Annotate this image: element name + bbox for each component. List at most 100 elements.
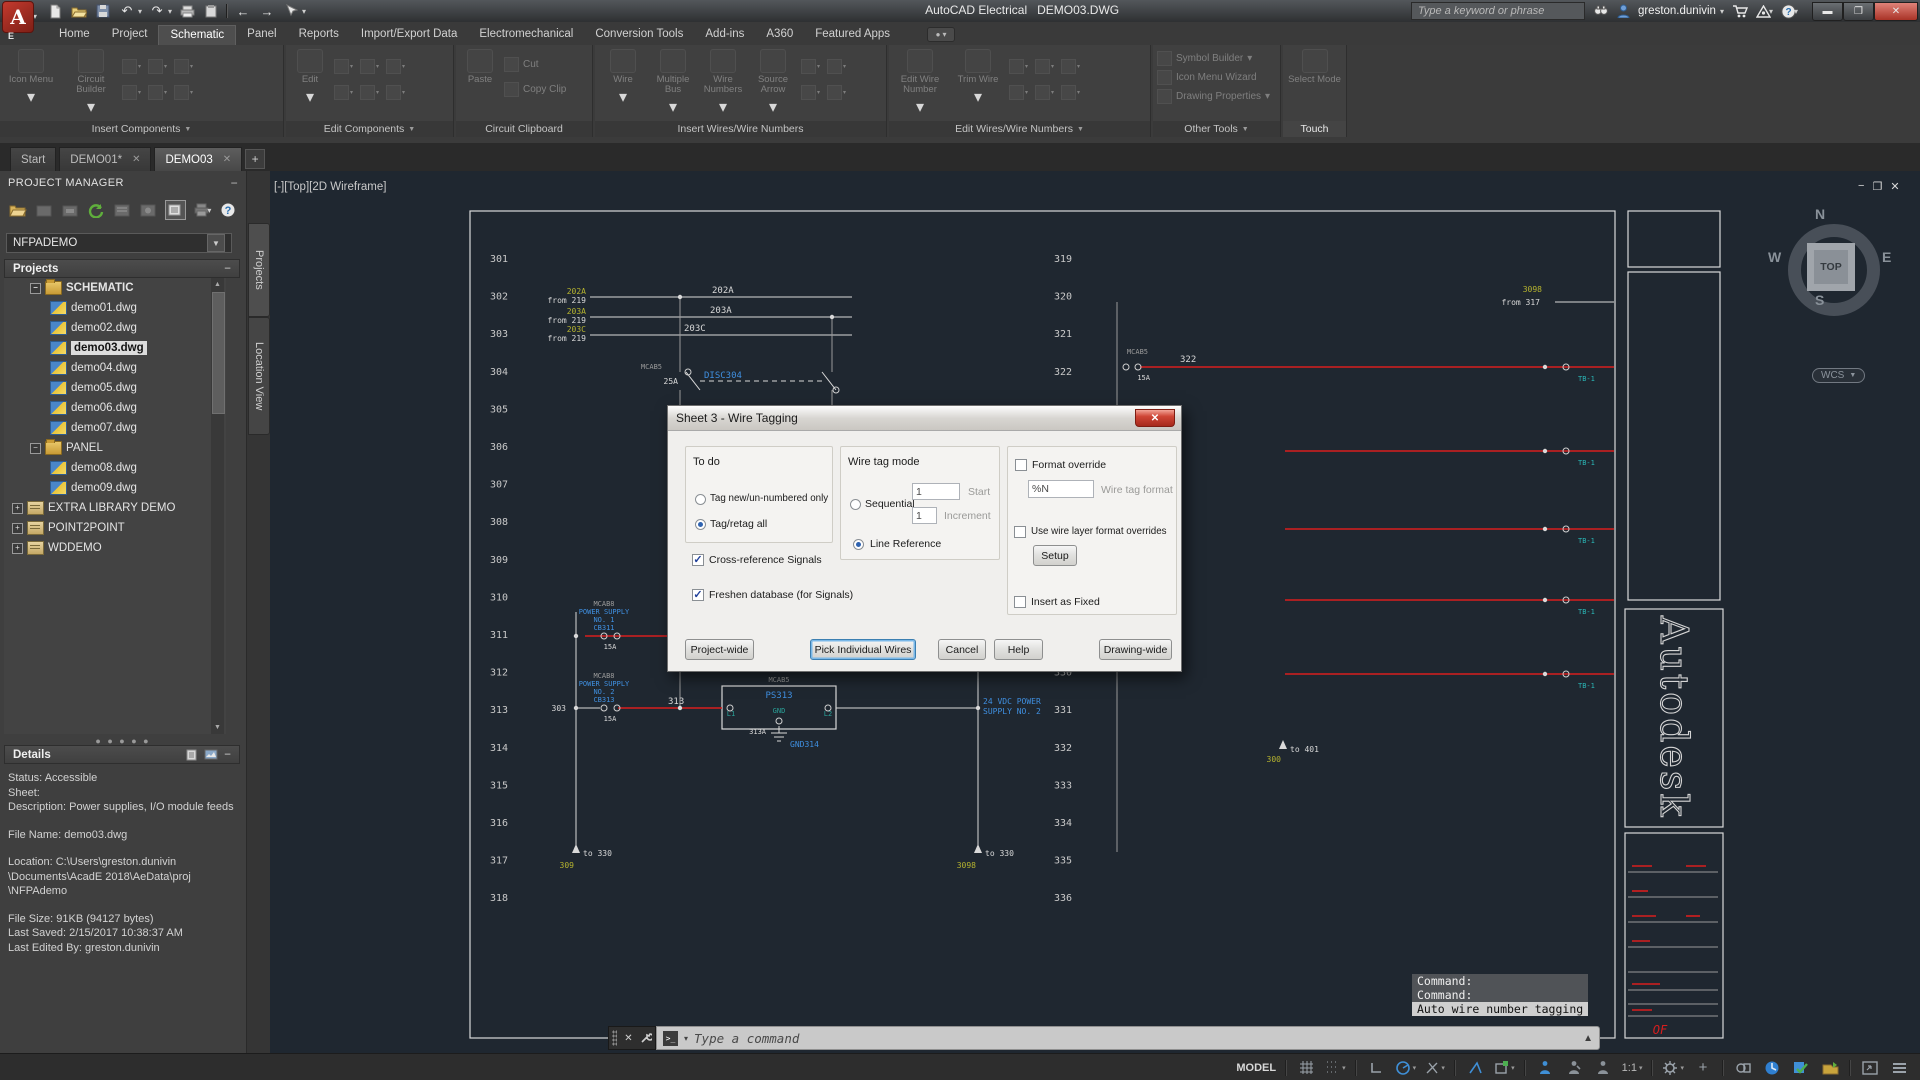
annotation-autoscale-icon[interactable] [1561,1058,1587,1078]
pm-help-icon[interactable]: ? [219,201,238,219]
annotation-visibility-icon[interactable] [1532,1058,1558,1078]
ribbon-small-button[interactable]: ▾ [148,81,172,103]
back-icon[interactable]: ← [234,3,252,19]
ribbon-small-button[interactable]: ▾ [122,55,146,77]
compass-south[interactable]: S [1815,292,1824,308]
panel-title[interactable]: Edit Components▼ [286,121,453,137]
project-settings-icon[interactable] [60,201,79,219]
details-collapse-icon[interactable]: − [224,749,231,761]
ribbon-big-button[interactable]: Trim Wire▾ [951,49,1005,117]
help-search-input[interactable]: Type a keyword or phrase [1411,2,1585,20]
checkbox-freshen-database[interactable]: ✓ [692,589,704,601]
ribbon-row-button[interactable]: Icon Menu Wizard▾ [1157,68,1270,87]
a360-icon[interactable]: ▾ [1756,5,1773,18]
user-menu-caret-icon[interactable]: ▾ [1720,7,1724,16]
ribbon-tab[interactable]: Conversion Tools [584,25,694,45]
radio-sequential[interactable] [850,499,861,510]
ribbon-tab[interactable]: Reports [288,25,350,45]
new-drawing-tab-button[interactable]: + [245,149,265,169]
section-collapse-icon[interactable]: − [224,263,231,275]
increment-input[interactable]: 1 [912,507,937,524]
redo-caret-icon[interactable]: ▾ [168,7,172,16]
tree-expander-icon[interactable]: − [30,283,41,294]
project-task-list-icon[interactable] [112,201,131,219]
ribbon-big-button[interactable]: Multiple Bus▾ [649,49,697,117]
new-file-icon[interactable] [46,3,64,19]
ribbon-small-button[interactable]: ▾ [1009,81,1033,103]
graphics-performance-icon[interactable] [1759,1058,1785,1078]
tab-projects[interactable]: Projects [248,223,270,317]
details-doc-icon[interactable] [186,749,198,761]
ribbon-small-button[interactable]: ▾ [334,55,358,77]
checkbox-insert-as-fixed[interactable] [1014,596,1026,608]
ribbon-small-button[interactable]: ▾ [827,55,851,77]
dialog-title-bar[interactable]: Sheet 3 - Wire Tagging [668,406,1181,431]
dialog-close-button[interactable]: ✕ [1135,409,1175,427]
drag-handle-icon[interactable] [612,1030,617,1046]
viewport-controls-label[interactable]: [-][Top][2D Wireframe] [274,181,386,193]
history-expand-icon[interactable]: ▲ [1583,1033,1593,1044]
radio-label[interactable]: Tag new/un-numbered only [710,493,828,504]
checkbox-layer-overrides[interactable] [1014,526,1026,538]
radio-tag-new-only[interactable] [695,494,706,505]
undo-caret-icon[interactable]: ▾ [138,7,142,16]
start-input[interactable]: 1 [912,483,960,500]
palette-minimize-icon[interactable]: − [231,176,238,190]
help-button[interactable]: Help [994,639,1043,660]
tree-item[interactable]: demo07.dwg [4,418,226,438]
ribbon-big-button[interactable]: Wire Numbers▾ [699,49,747,117]
workspace-gear-icon[interactable]: ▾ [1659,1058,1687,1078]
snap-mode-icon[interactable]: ▾ [1322,1058,1349,1078]
close-button[interactable]: ✕ [1874,2,1918,21]
copy-clip-button[interactable]: Copy Clip [504,80,566,99]
isolate-objects-icon[interactable] [1730,1058,1756,1078]
application-menu-button[interactable]: A [2,1,34,33]
project-wide-update-icon[interactable] [139,201,158,219]
save-icon[interactable] [94,3,112,19]
details-section-header[interactable]: Details − [4,745,240,764]
ribbon-small-button[interactable]: ▾ [174,55,198,77]
ribbon-tab[interactable]: Home [48,25,101,45]
file-tab[interactable]: DEMO03 ✕ [154,147,242,171]
viewcube-top-face[interactable]: TOP [1807,243,1855,291]
ribbon-big-button[interactable]: Edit Wire Number▾ [893,49,947,117]
ribbon-tab[interactable]: A360 [755,25,804,45]
radio-label[interactable]: Sequential [865,498,915,510]
ribbon-big-button[interactable]: Icon Menu▾ [4,49,58,117]
a360-caret-icon[interactable]: ▾ [1769,7,1773,16]
recent-commands-caret-icon[interactable]: ▾ [684,1034,688,1043]
ribbon-small-button[interactable]: ▾ [148,55,172,77]
polar-tracking-icon[interactable]: ▾ [1392,1058,1420,1078]
isodraft-icon[interactable]: ▾ [1422,1058,1448,1078]
tree-item[interactable]: − PANEL [4,438,226,458]
drawing-restore-icon[interactable]: ❐ [1872,180,1882,193]
command-close-icon[interactable]: ✕ [624,1033,632,1044]
ribbon-big-button[interactable]: Source Arrow▾ [749,49,797,117]
tree-item[interactable]: demo03.dwg [4,338,226,358]
ribbon-small-button[interactable]: ▾ [827,81,851,103]
ribbon-small-button[interactable]: ▾ [1061,55,1085,77]
ribbon-tab[interactable]: Panel [236,25,287,45]
refresh-icon[interactable] [86,201,105,219]
compass-north[interactable]: N [1815,206,1825,222]
checkbox-label[interactable]: Cross-reference Signals [709,554,822,566]
tree-item[interactable]: demo04.dwg [4,358,226,378]
tree-item[interactable]: + WDDEMO [4,538,226,558]
ribbon-tab[interactable]: Import/Export Data [350,25,469,45]
compass-west[interactable]: W [1768,249,1781,265]
ribbon-big-button[interactable]: Select Mode [1288,49,1342,85]
command-input-placeholder[interactable]: Type a command [694,1031,1577,1046]
object-snap-icon[interactable] [1462,1058,1488,1078]
ribbon-small-button[interactable]: ▾ [801,81,825,103]
tree-item[interactable]: demo02.dwg [4,318,226,338]
plot-project-icon[interactable]: ▾ [193,201,212,219]
wire-tag-format-input[interactable]: %N [1028,480,1094,498]
project-wide-button[interactable]: Project-wide [685,639,754,660]
signed-in-user[interactable]: greston.dunivin [1638,5,1716,17]
ribbon-small-button[interactable]: ▾ [334,81,358,103]
panel-title[interactable]: Other Tools▼ [1153,121,1280,137]
drawing-list-report-icon[interactable] [165,200,186,220]
plot-caret-icon[interactable]: ▾ [207,206,211,215]
tab-location-view[interactable]: Location View [248,317,270,435]
ribbon-small-button[interactable]: ▾ [174,81,198,103]
